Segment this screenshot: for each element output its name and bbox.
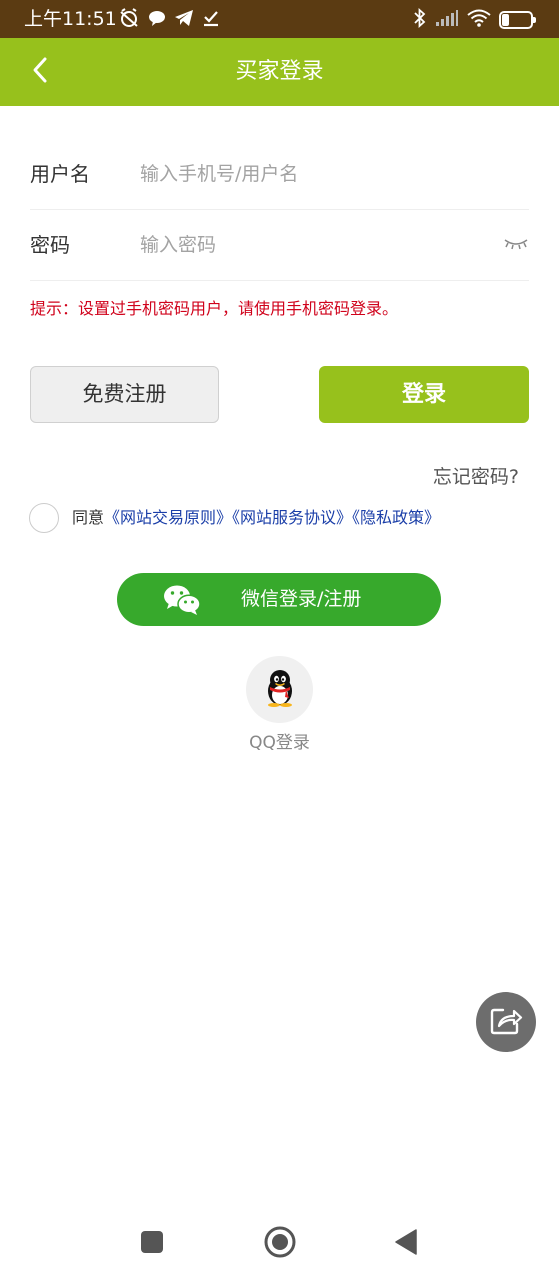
nav-home-button[interactable]	[262, 1226, 298, 1262]
register-button[interactable]: 免费注册	[30, 366, 219, 423]
status-bar: 上午11:51 25	[0, 0, 559, 38]
agree-checkbox[interactable]	[29, 503, 59, 533]
wechat-login-button[interactable]: 微信登录/注册	[117, 573, 441, 626]
eye-closed-icon	[504, 236, 528, 255]
qq-login-label: QQ登录	[249, 733, 310, 753]
triangle-back-icon	[394, 1229, 418, 1259]
share-button[interactable]	[476, 992, 536, 1052]
password-visibility-toggle[interactable]	[503, 233, 529, 257]
privacy-policy-link[interactable]: 《隐私政策》	[352, 508, 440, 527]
circle-icon	[264, 1226, 296, 1262]
back-button[interactable]	[22, 54, 58, 90]
agreement-prefix: 同意	[72, 508, 105, 527]
signal-icon	[435, 9, 459, 31]
login-hint: 提示：设置过手机密码用户，请使用手机密码登录。	[30, 299, 399, 318]
download-done-icon	[202, 9, 220, 31]
telegram-icon	[174, 9, 194, 31]
system-nav-bar	[0, 1208, 559, 1280]
alarm-off-icon	[118, 8, 140, 32]
username-row: 用户名	[30, 138, 529, 210]
chevron-left-icon	[31, 56, 49, 88]
nav-back-button[interactable]	[388, 1226, 424, 1262]
wechat-icon	[163, 584, 201, 616]
password-label: 密码	[30, 233, 70, 257]
nav-recents-button[interactable]	[134, 1226, 170, 1262]
bluetooth-icon	[413, 7, 427, 32]
square-icon	[140, 1230, 164, 1258]
agreement-text: 同意《网站交易原则》《网站服务协议》《隐私政策》	[72, 506, 440, 530]
login-button[interactable]: 登录	[319, 366, 529, 423]
chat-bubble-icon	[148, 9, 166, 31]
wechat-login-label: 微信登录/注册	[241, 588, 362, 610]
password-row: 密码	[30, 209, 529, 281]
system-status-icons: 25	[413, 7, 536, 32]
wifi-icon	[467, 9, 491, 31]
username-input[interactable]	[140, 152, 490, 196]
qq-login-button[interactable]	[246, 656, 313, 723]
share-icon	[489, 1004, 523, 1040]
battery-level: 25	[508, 13, 524, 26]
status-time: 上午11:51	[24, 8, 117, 30]
username-label: 用户名	[30, 162, 90, 186]
qq-penguin-icon	[264, 669, 296, 711]
password-input[interactable]	[140, 223, 490, 267]
service-agreement-link[interactable]: 《网站服务协议》	[232, 508, 352, 527]
trade-rules-link[interactable]: 《网站交易原则》	[104, 508, 232, 527]
page-title: 买家登录	[235, 59, 324, 84]
notification-icons	[118, 8, 220, 32]
battery-icon: 25	[499, 11, 536, 29]
app-header: 买家登录	[0, 38, 559, 106]
forgot-password-link[interactable]: 忘记密码?	[433, 464, 519, 490]
